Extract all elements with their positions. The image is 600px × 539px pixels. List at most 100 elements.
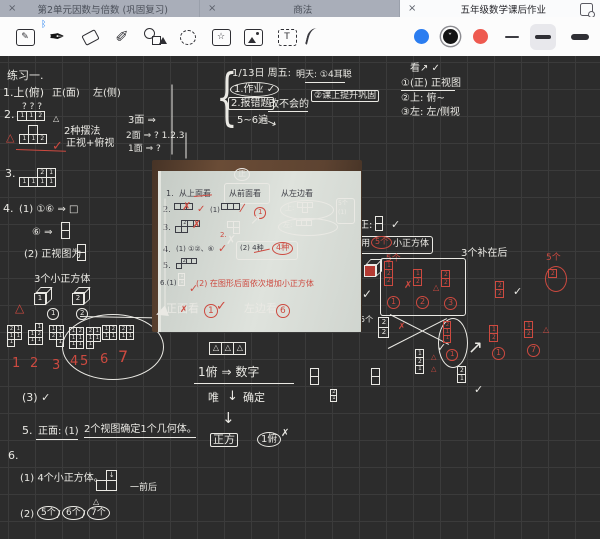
ink-text: ✓ <box>197 204 205 215</box>
ink-text: 2 <box>416 296 429 309</box>
ink-text: 4. <box>3 203 14 215</box>
ink-cells <box>78 245 86 261</box>
ink-text: 6. <box>8 450 19 462</box>
ink-text: ✓ <box>391 219 400 231</box>
bluetooth-icon: ᛒ <box>41 20 46 30</box>
ink-text: (1) ①②、⑥ <box>176 246 214 254</box>
tab-3[interactable]: ×五年级数学课后作业 <box>400 0 600 17</box>
highlighter-icon[interactable]: ✐ <box>108 23 136 51</box>
color-swatch-blue[interactable] <box>414 29 429 44</box>
toolbar: ✎✒ᛒ ✐ ☆ T ˇ <box>0 17 600 57</box>
ink-text: ✓ <box>216 300 227 315</box>
ink-text: 正 <box>234 168 250 181</box>
ink-text: 3面 ⇒ <box>128 115 156 126</box>
ink-text: ①(正) 正视图 <box>401 78 461 89</box>
tab-2[interactable]: ×商法 <box>200 0 400 17</box>
embedded-photo[interactable]: 1.从上面看正从前面看从左边看2.✗✓(1)/1上:左:5个(1)3.2✗2.✗… <box>152 160 362 332</box>
ink-text: 左: <box>283 222 292 230</box>
ink-text: 左(侧) <box>93 88 121 99</box>
ink-text: 明天: ①4耳聪 <box>296 70 352 80</box>
ink-text: 1.上(俯) <box>3 87 44 99</box>
ink-text: 5个 <box>371 236 392 249</box>
ink-text: 2个视图确定1个几何体。 <box>84 424 197 435</box>
ink-text: ③左: 左/侧视 <box>401 107 460 118</box>
ink-text: 2 <box>30 357 38 372</box>
ink-text: ✗ <box>398 322 406 332</box>
ink-cells: 11211 <box>29 324 43 345</box>
ink-text: △ <box>433 284 439 293</box>
ink-text: 1 <box>12 357 20 372</box>
ink-cells: 12 <box>414 270 422 286</box>
pen-icon[interactable]: ✒ᛒ <box>43 23 71 51</box>
ink-text: 5. <box>22 425 33 437</box>
ink-cells: 11 <box>179 274 185 286</box>
ink-line <box>194 383 294 384</box>
ink-cells: 211 <box>444 322 451 343</box>
ink-cells: 2 <box>549 270 557 278</box>
ink-cells <box>311 369 319 385</box>
ink-text: (1) <box>338 210 347 217</box>
ink-cells: 112 <box>18 112 45 121</box>
tab-title: 第2单元因数与倍数 (巩固复习) <box>22 2 199 16</box>
ink-line <box>84 437 196 438</box>
ruler-icon[interactable] <box>299 23 327 51</box>
color-swatch-red[interactable] <box>473 29 488 44</box>
ink-text: ✗ <box>404 280 412 291</box>
image-icon[interactable] <box>239 23 267 51</box>
close-tab-icon[interactable]: × <box>408 4 416 14</box>
ink-text: 1/13日 周五: <box>232 68 291 79</box>
ink-text: 3个小正方体 <box>34 274 90 285</box>
drawing-canvas[interactable]: 练习一.1.上(俯)正(面)左(侧)2.? ? ?112△112✓△3面 ⇒2面… <box>0 56 600 539</box>
ink-text: ②上: 俯~ <box>401 93 445 104</box>
ink-cube: 1 <box>34 286 54 308</box>
stroke-sample <box>505 36 519 38</box>
ink-cells: 2 <box>177 259 197 269</box>
ink-text: 正方 <box>210 433 238 447</box>
stroke-width-thin[interactable] <box>499 24 525 50</box>
ink-text: ✗ <box>281 428 289 439</box>
ink-cells: ↓ <box>97 471 117 491</box>
shapes-icon[interactable] <box>141 23 169 51</box>
ink-line <box>165 199 166 309</box>
page-panel-icon[interactable] <box>580 3 593 16</box>
ink-text: (3) ✓ <box>22 392 50 404</box>
ink-text: △ <box>6 132 14 144</box>
ink-cells: 112 <box>20 126 47 144</box>
ink-cells <box>298 203 313 213</box>
ink-text: 3 <box>444 297 457 310</box>
ink-cells: 21 <box>331 390 337 402</box>
ink-cells <box>297 221 312 226</box>
close-tab-icon[interactable]: × <box>208 4 216 14</box>
ink-text: 唯 <box>208 392 219 404</box>
ink-text: 5个 <box>338 201 348 208</box>
note-app-window: ×第2单元因数与倍数 (巩固复习)×商法×五年级数学课后作业 ✎✒ᛒ✐☆Tˇ 练… <box>0 0 600 539</box>
ink-text: 1 <box>387 296 400 309</box>
stroke-sample <box>535 35 551 39</box>
ink-text: 一前后 <box>130 483 157 493</box>
ink-cells: 22 <box>442 271 450 287</box>
ink-text: 1俯 <box>257 432 281 447</box>
ink-text: 1 <box>492 347 505 360</box>
ink-cells: △△△ <box>210 343 246 355</box>
ink-text: ✓ <box>52 140 63 155</box>
text-icon[interactable]: T <box>273 23 301 51</box>
ink-text: (1) 4个小正方体。 <box>20 473 104 484</box>
ink-cube: 2 <box>72 286 92 308</box>
ink-text: 左边看 <box>244 303 277 315</box>
color-swatch-black[interactable]: ˇ <box>443 29 458 44</box>
eraser-icon[interactable] <box>76 23 104 51</box>
ink-text: 1俯 ⇒ 数字 <box>198 366 259 379</box>
ink-text: ✗ <box>192 219 201 231</box>
ink-text: 上: <box>285 205 294 213</box>
tab-1[interactable]: × 第2单元因数与倍数 (巩固复习) <box>0 0 200 17</box>
ink-text: △ <box>15 302 24 315</box>
lasso-icon[interactable] <box>174 23 202 51</box>
ink-cells <box>222 204 240 210</box>
close-tab-icon[interactable]: × <box>8 4 16 14</box>
stroke-width-medium[interactable] <box>530 24 556 50</box>
ink-text: 1.作业 ✓ <box>230 82 279 97</box>
stroke-width-thick[interactable] <box>567 24 593 50</box>
read-mode-icon[interactable]: ✎ <box>11 23 39 51</box>
sticker-icon[interactable]: ☆ <box>207 23 235 51</box>
ink-cells: 21111 <box>8 326 22 347</box>
